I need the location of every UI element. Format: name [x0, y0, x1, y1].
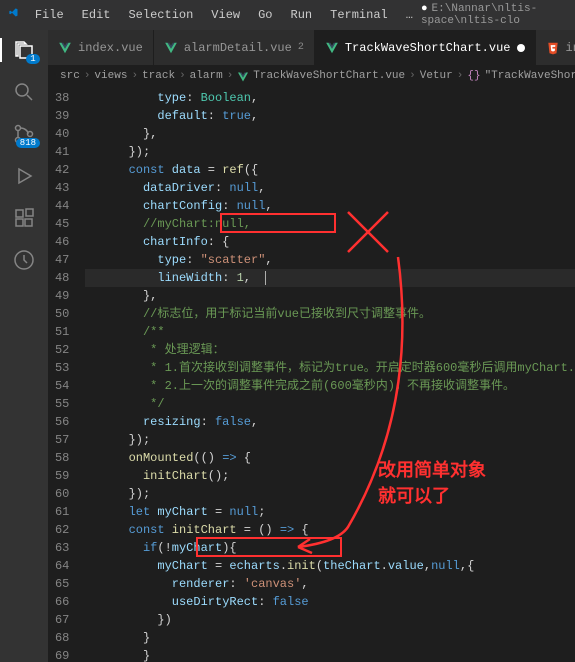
code-line[interactable]: }) — [85, 611, 575, 629]
menu-bar: FileEditSelectionViewGoRunTerminal… — [27, 4, 421, 26]
vscode-logo-icon — [8, 7, 19, 23]
tab-TrackWaveShortChart-vue[interactable]: TrackWaveShortChart.vue — [315, 30, 536, 65]
code-lines[interactable]: type: Boolean, default: true, }, }); con… — [85, 87, 575, 662]
title-bar: FileEditSelectionViewGoRunTerminal… ●E:\… — [0, 0, 575, 30]
code-line[interactable]: }); — [85, 143, 575, 161]
menu-file[interactable]: File — [27, 4, 72, 26]
breadcrumb-item[interactable]: src — [60, 70, 80, 82]
vue-file-icon — [325, 41, 339, 55]
code-line[interactable]: } — [85, 629, 575, 647]
menu-go[interactable]: Go — [250, 4, 280, 26]
html-file-icon — [546, 41, 560, 55]
window-title: ●E:\Nannar\nltis-space\nltis-clo — [421, 3, 567, 27]
dirty-indicator-icon — [517, 44, 525, 52]
code-line[interactable]: dataDriver: null, — [85, 179, 575, 197]
code-line[interactable]: let myChart = null; — [85, 503, 575, 521]
code-line[interactable]: initChart(); — [85, 467, 575, 485]
code-line[interactable]: resizing: false, — [85, 413, 575, 431]
tab-index-html[interactable]: index.html — [536, 30, 575, 65]
code-line[interactable]: chartInfo: { — [85, 233, 575, 251]
activity-bar: 1 818 — [0, 30, 48, 662]
breadcrumb-item[interactable]: "TrackWaveShortChart.vue" — [485, 70, 575, 82]
tab-label: TrackWaveShortChart.vue — [345, 41, 511, 55]
breadcrumb-item[interactable]: Vetur — [420, 70, 453, 82]
chevron-right-icon: › — [409, 70, 416, 82]
code-line[interactable]: }, — [85, 125, 575, 143]
vue-file-icon — [237, 70, 249, 82]
chevron-right-icon: › — [179, 70, 186, 82]
explorer-icon[interactable]: 1 — [12, 38, 36, 62]
code-line[interactable]: const initChart = () => { — [85, 521, 575, 539]
explorer-badge: 1 — [26, 54, 40, 64]
menu-run[interactable]: Run — [283, 4, 321, 26]
code-line[interactable]: }); — [85, 431, 575, 449]
breadcrumb-item[interactable]: track — [142, 70, 175, 82]
line-gutter: 38 39 40 41 42 43 44 45 46 47 48 49 50 5… — [48, 87, 85, 662]
tab-label: alarmDetail.vue — [184, 41, 292, 55]
extensions-icon[interactable] — [12, 206, 36, 230]
vue-file-icon — [58, 41, 72, 55]
editor-tabs: index.vue alarmDetail.vue2 TrackWaveShortC… — [48, 30, 575, 65]
menu-view[interactable]: View — [203, 4, 248, 26]
code-line[interactable]: } — [85, 647, 575, 662]
code-line[interactable]: onMounted(() => { — [85, 449, 575, 467]
text-cursor — [265, 271, 266, 285]
breadcrumb-item[interactable]: views — [94, 70, 127, 82]
code-line[interactable]: * 处理逻辑： — [85, 341, 575, 359]
code-line[interactable]: /** — [85, 323, 575, 341]
chevron-right-icon: › — [457, 70, 464, 82]
source-control-icon[interactable]: 818 — [12, 122, 36, 146]
vue-file-icon — [164, 41, 178, 55]
menu-…[interactable]: … — [398, 4, 421, 26]
code-line[interactable]: type: Boolean, — [85, 89, 575, 107]
breadcrumbs[interactable]: src›views›track›alarm›TrackWaveShortChar… — [48, 65, 575, 87]
search-icon[interactable] — [12, 80, 36, 104]
breadcrumb-item[interactable]: TrackWaveShortChart.vue — [253, 70, 405, 82]
code-line[interactable]: useDirtyRect: false — [85, 593, 575, 611]
tab-label: index.vue — [78, 41, 143, 55]
code-line[interactable]: * 1.首次接收到调整事件，标记为true。开启定时器600毫秒后调用myCha… — [85, 359, 575, 377]
chevron-right-icon: › — [84, 70, 91, 82]
run-debug-icon[interactable] — [12, 164, 36, 188]
code-editor[interactable]: 38 39 40 41 42 43 44 45 46 47 48 49 50 5… — [48, 87, 575, 662]
code-line[interactable]: }); — [85, 485, 575, 503]
code-line[interactable]: const data = ref({ — [85, 161, 575, 179]
code-line[interactable]: chartConfig: null, — [85, 197, 575, 215]
code-line[interactable]: if(!myChart){ — [85, 539, 575, 557]
braces-icon: {} — [467, 70, 480, 82]
tab-index-vue[interactable]: index.vue — [48, 30, 154, 65]
code-line[interactable]: */ — [85, 395, 575, 413]
code-line[interactable]: lineWidth: 1, — [85, 269, 575, 287]
chevron-right-icon: › — [131, 70, 138, 82]
tab-alarmDetail-vue[interactable]: alarmDetail.vue2 — [154, 30, 315, 65]
scm-badge: 818 — [16, 138, 40, 148]
breadcrumb-item[interactable]: alarm — [190, 70, 223, 82]
code-line[interactable]: //myChart:null, — [85, 215, 575, 233]
code-line[interactable]: myChart = echarts.init(theChart.value,nu… — [85, 557, 575, 575]
menu-terminal[interactable]: Terminal — [322, 4, 396, 26]
tab-label: index.html — [566, 41, 575, 55]
code-line[interactable]: //标志位，用于标记当前vue已接收到尺寸调整事件。 — [85, 305, 575, 323]
timeline-icon[interactable] — [12, 248, 36, 272]
code-line[interactable]: type: "scatter", — [85, 251, 575, 269]
menu-edit[interactable]: Edit — [74, 4, 119, 26]
chevron-right-icon: › — [227, 70, 234, 82]
code-line[interactable]: default: true, — [85, 107, 575, 125]
menu-selection[interactable]: Selection — [120, 4, 201, 26]
code-line[interactable]: }, — [85, 287, 575, 305]
code-line[interactable]: renderer: 'canvas', — [85, 575, 575, 593]
code-line[interactable]: * 2.上一次的调整事件完成之前(600毫秒内)，不再接收调整事件。 — [85, 377, 575, 395]
